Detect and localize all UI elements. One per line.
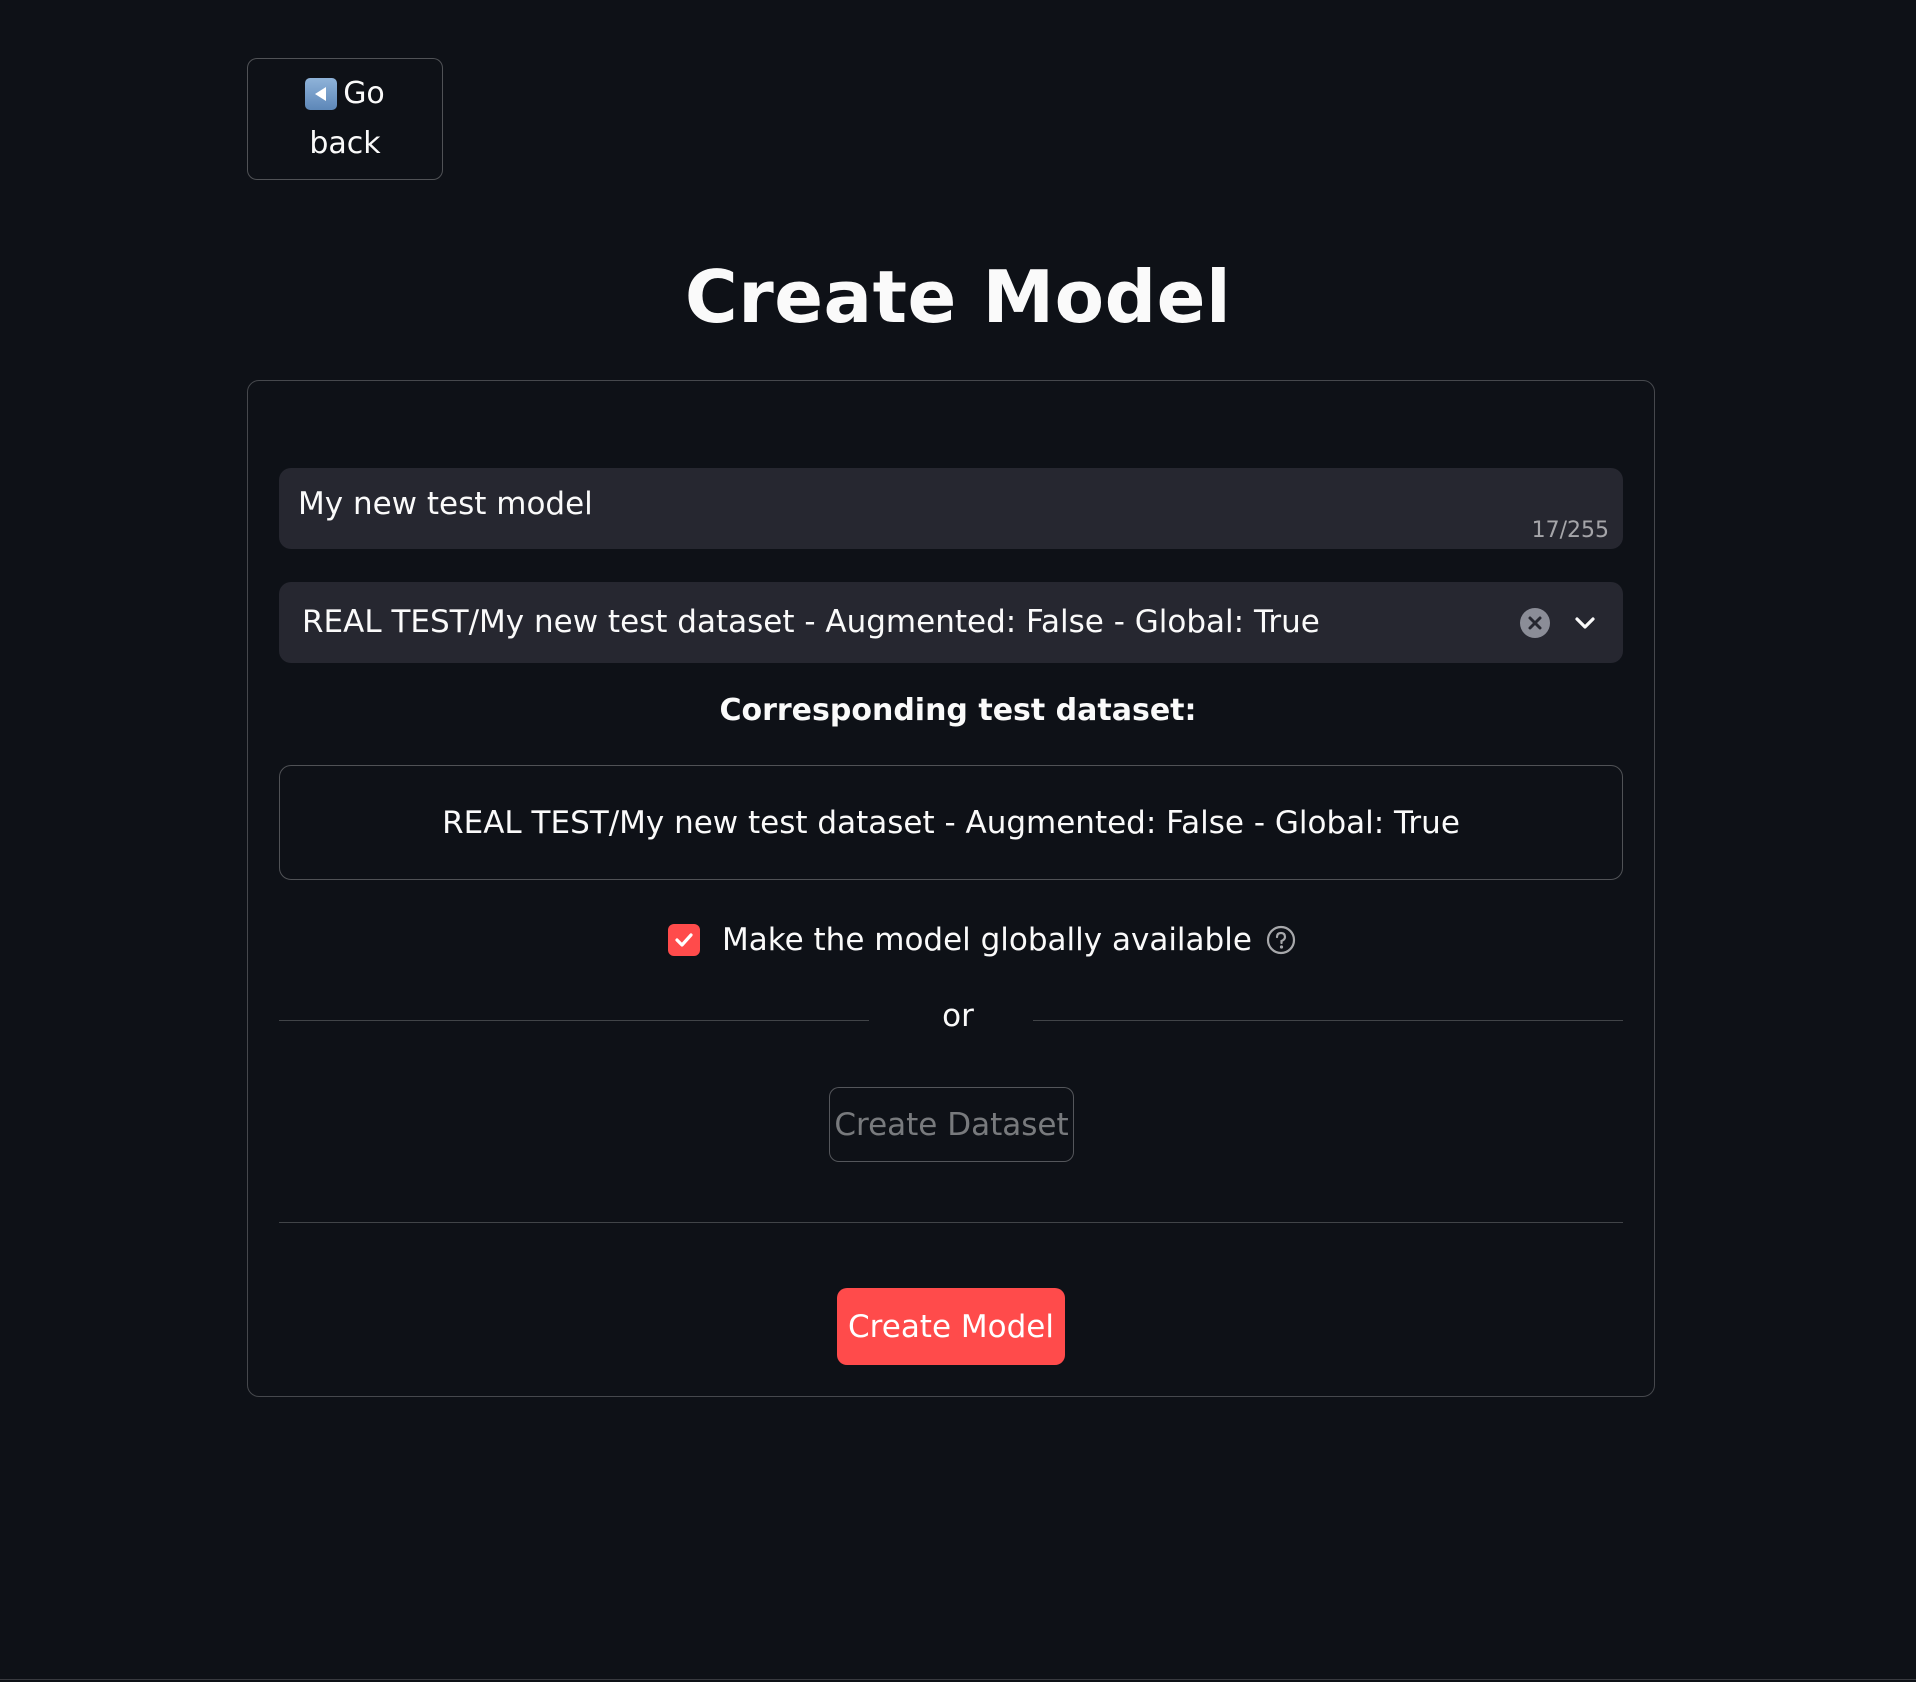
go-back-label-1: Go — [343, 76, 385, 111]
go-back-button[interactable]: Go back — [247, 58, 443, 180]
or-separator: or — [942, 998, 974, 1034]
go-back-label-2: back — [309, 126, 381, 161]
test-dataset-value: REAL TEST/My new test dataset - Augmente… — [442, 804, 1460, 841]
bottom-border — [0, 1679, 1916, 1680]
separator-line-right — [1033, 1020, 1623, 1021]
model-name-input[interactable]: My new test model 17/255 — [279, 468, 1623, 549]
global-availability-checkbox[interactable] — [668, 924, 700, 956]
page-title: Create Model — [684, 255, 1232, 339]
chevron-down-icon[interactable] — [1571, 609, 1599, 637]
go-back-line1: Go — [305, 69, 385, 119]
test-dataset-box: REAL TEST/My new test dataset - Augmente… — [279, 765, 1623, 880]
help-icon[interactable] — [1266, 925, 1296, 955]
horizontal-rule — [279, 1222, 1623, 1223]
dataset-select-value: REAL TEST/My new test dataset - Augmente… — [302, 604, 1320, 640]
create-dataset-button[interactable]: Create Dataset — [829, 1087, 1074, 1162]
create-model-button[interactable]: Create Model — [837, 1288, 1065, 1365]
test-dataset-label: Corresponding test dataset: — [719, 693, 1197, 728]
model-name-value: My new test model — [298, 486, 593, 522]
clear-icon[interactable] — [1519, 607, 1551, 639]
dataset-select[interactable]: REAL TEST/My new test dataset - Augmente… — [279, 582, 1623, 663]
back-arrow-icon — [305, 78, 338, 110]
page: Go back Create Model My new test model 1… — [0, 0, 1916, 1682]
character-counter: 17/255 — [1531, 518, 1609, 543]
global-availability-label: Make the model globally available — [722, 922, 1252, 958]
global-availability-checkbox-row[interactable]: Make the model globally available — [668, 920, 1296, 960]
